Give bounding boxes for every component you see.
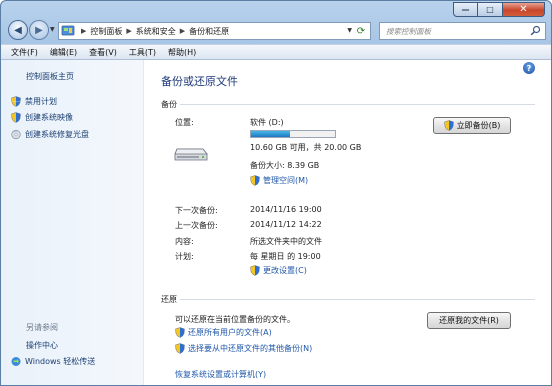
disk-space-text: 10.60 GB 可用，共 20.00 GB	[250, 143, 362, 152]
minimize-button[interactable]: —	[453, 2, 478, 17]
search-icon[interactable]	[530, 25, 541, 36]
restore-section-divider	[180, 299, 535, 300]
breadcrumb-backup-restore[interactable]: 备份和还原	[189, 26, 229, 37]
backup-now-button[interactable]: 立即备份(B)	[433, 117, 511, 134]
menu-help[interactable]: 帮助(H)	[162, 47, 202, 58]
help-icon[interactable]: ?	[523, 62, 535, 74]
create-repair-disc-link[interactable]: 创建系统修复光盘	[11, 129, 89, 140]
uac-shield-icon	[11, 96, 21, 107]
next-backup-label: 下一次备份:	[175, 206, 218, 215]
create-repair-disc-label: 创建系统修复光盘	[25, 130, 89, 139]
address-dropdown-icon[interactable]: ▼	[347, 27, 352, 34]
hard-drive-icon	[174, 148, 208, 161]
manage-space-label: 管理空间(M)	[263, 176, 309, 185]
select-other-backup-link[interactable]: 选择要从中还原文件的其他备份(N)	[175, 343, 312, 354]
disk-usage-fill	[251, 131, 291, 137]
disable-schedule-label: 禁用计划	[25, 97, 57, 106]
restore-my-files-button[interactable]: 还原我的文件(R)	[427, 312, 511, 329]
breadcrumb-control-panel[interactable]: 控制面板	[90, 26, 122, 37]
easy-transfer-icon	[11, 357, 21, 366]
search-box[interactable]	[379, 22, 546, 40]
uac-shield-icon	[250, 175, 260, 186]
restore-section-heading: 还原	[161, 295, 177, 304]
address-bar[interactable]: ▶ 控制面板 ▶ 系统和安全 ▶ 备份和还原 ▼ ⟳	[58, 22, 371, 40]
disc-icon	[11, 129, 21, 140]
create-system-image-label: 创建系统映像	[25, 113, 73, 122]
left-pane: 控制面板主页 禁用计划 创建系统映像 创建系统修复光盘 另请参阅 操作中心 Wi…	[1, 60, 144, 385]
content-area: 控制面板主页 禁用计划 创建系统映像 创建系统修复光盘 另请参阅 操作中心 Wi…	[1, 60, 551, 385]
navigation-bar: ◀ ▶ ▼ ▶ 控制面板 ▶ 系统和安全 ▶ 备份和还原 ▼ ⟳	[1, 19, 551, 43]
menu-file[interactable]: 文件(F)	[5, 47, 44, 58]
schedule-label: 计划:	[175, 252, 194, 261]
uac-shield-icon	[175, 327, 185, 338]
windows-easy-transfer-label: Windows 轻松传送	[25, 357, 96, 366]
menu-edit[interactable]: 编辑(E)	[44, 47, 83, 58]
see-also-heading: 另请参阅	[26, 323, 58, 332]
restore-my-files-label: 还原我的文件(R)	[439, 316, 499, 325]
breadcrumb-system-security[interactable]: 系统和安全	[136, 26, 176, 37]
backup-section-divider	[180, 104, 535, 105]
uac-shield-icon	[175, 343, 185, 354]
contents-value: 所选文件夹中的文件	[250, 237, 322, 246]
restore-all-users-link[interactable]: 还原所有用户的文件(A)	[175, 327, 272, 338]
change-settings-label: 更改设置(C)	[263, 266, 307, 275]
restore-all-users-label: 还原所有用户的文件(A)	[188, 328, 272, 337]
menu-view[interactable]: 查看(V)	[83, 47, 123, 58]
disable-schedule-link[interactable]: 禁用计划	[11, 96, 57, 107]
breadcrumb-separator-icon[interactable]: ▶	[126, 27, 131, 35]
manage-space-link[interactable]: 管理空间(M)	[250, 175, 308, 186]
search-input[interactable]	[386, 24, 531, 38]
change-settings-link[interactable]: 更改设置(C)	[250, 265, 307, 276]
uac-shield-icon	[250, 265, 260, 276]
select-other-backup-label: 选择要从中还原文件的其他备份(N)	[188, 344, 313, 353]
create-system-image-link[interactable]: 创建系统映像	[11, 112, 73, 123]
backup-size-text: 备份大小: 8.39 GB	[250, 161, 320, 170]
page-title: 备份或还原文件	[161, 75, 238, 88]
drive-name: 软件 (D:)	[250, 118, 284, 127]
recent-pages-chevron-icon[interactable]: ▼	[50, 26, 55, 33]
close-button[interactable]: ✕	[503, 2, 545, 17]
breadcrumb-separator-icon: ▶	[81, 27, 87, 35]
recover-system-link[interactable]: 恢复系统设置或计算机(Y)	[175, 369, 266, 380]
breadcrumb-separator-icon[interactable]: ▶	[180, 27, 185, 35]
backup-now-label: 立即备份(B)	[456, 121, 501, 130]
back-button[interactable]: ◀	[8, 20, 28, 40]
windows-easy-transfer-link[interactable]: Windows 轻松传送	[11, 356, 95, 367]
next-backup-value: 2014/11/16 19:00	[250, 205, 322, 214]
contents-label: 内容:	[175, 237, 194, 246]
menu-bar: 文件(F) 编辑(E) 查看(V) 工具(T) 帮助(H)	[1, 44, 551, 60]
schedule-value: 每 星期日 的 19:00	[250, 252, 321, 261]
last-backup-label: 上一次备份:	[175, 221, 218, 230]
backup-section-heading: 备份	[161, 100, 177, 109]
last-backup-value: 2014/11/12 14:22	[250, 220, 322, 229]
menu-tools[interactable]: 工具(T)	[123, 47, 162, 58]
uac-shield-icon	[11, 112, 21, 123]
restore-description: 可以还原在当前位置备份的文件。	[175, 315, 295, 324]
control-panel-icon	[61, 25, 75, 36]
disk-usage-bar	[250, 130, 336, 138]
refresh-icon[interactable]: ⟳	[354, 24, 368, 38]
location-label: 位置:	[175, 118, 194, 127]
caption-buttons: — □ ✕	[453, 2, 545, 17]
control-panel-home-link[interactable]: 控制面板主页	[26, 71, 74, 82]
maximize-button[interactable]: □	[478, 2, 503, 17]
window: — □ ✕ ◀ ▶ ▼ ▶ 控制面板 ▶ 系统和安全 ▶ 备份和还原 ▼ ⟳ 搜…	[0, 0, 552, 386]
uac-shield-icon	[443, 120, 454, 131]
action-center-link[interactable]: 操作中心	[26, 340, 58, 351]
forward-button[interactable]: ▶	[29, 20, 49, 40]
